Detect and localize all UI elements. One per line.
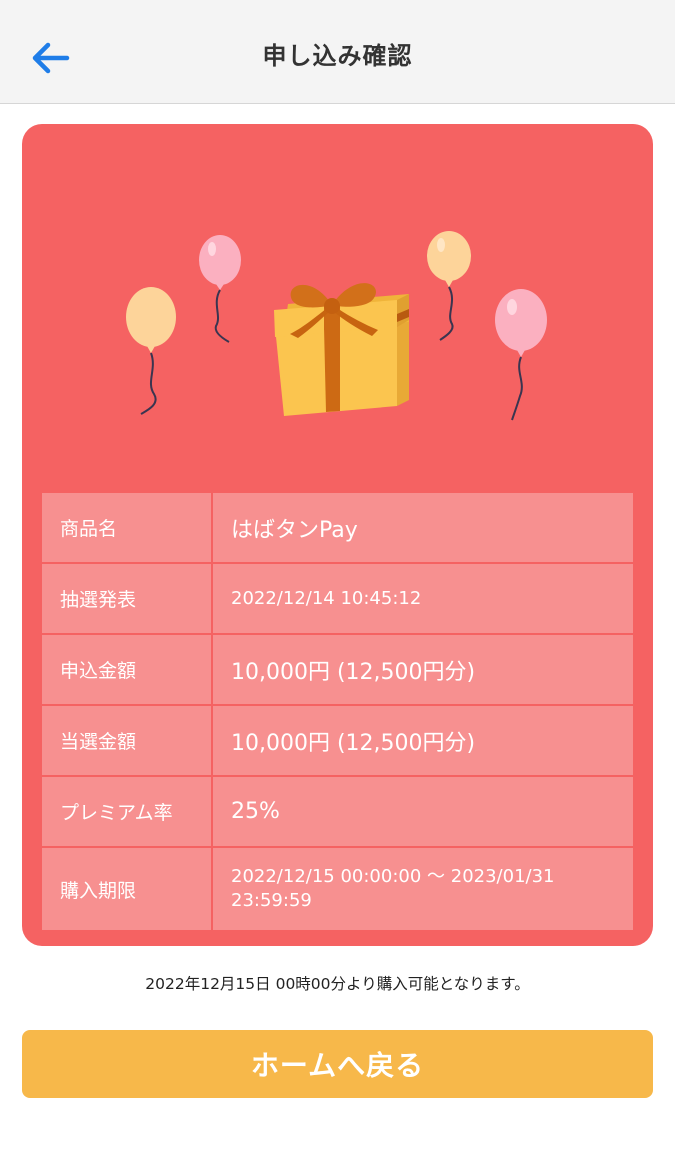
- label-lottery-announcement: 抽選発表: [40, 562, 213, 635]
- page-title: 申し込み確認: [262, 42, 413, 70]
- balloon-icon: [427, 231, 471, 341]
- label-product-name: 商品名: [40, 491, 213, 564]
- table-row: 購入期限 2022/12/15 00:00:00 ～ 2023/01/31 23…: [40, 846, 635, 932]
- purchase-availability-notice: 2022年12月15日 00時00分より購入可能となります。: [145, 975, 530, 993]
- table-row: 当選金額 10,000円 (12,500円分): [40, 704, 635, 777]
- value-winning-amount: 10,000円 (12,500円分): [211, 704, 635, 777]
- value-purchase-deadline: 2022/12/15 00:00:00 ～ 2023/01/31 23:59:5…: [211, 846, 635, 932]
- back-to-home-button[interactable]: ホームへ戻る: [22, 1030, 653, 1098]
- result-info-table: 商品名 はばタンPay 抽選発表 2022/12/14 10:45:12 申込金…: [40, 491, 635, 932]
- gift-box-icon: [274, 283, 409, 416]
- balloon-icon: [199, 235, 241, 343]
- value-product-name: はばタンPay: [211, 491, 635, 564]
- label-winning-amount: 当選金額: [40, 704, 213, 777]
- value-application-amount: 10,000円 (12,500円分): [211, 633, 635, 706]
- table-row: 商品名 はばタンPay: [40, 491, 635, 564]
- celebration-illustration: [126, 231, 547, 421]
- table-row: 申込金額 10,000円 (12,500円分): [40, 633, 635, 706]
- label-premium-rate: プレミアム率: [40, 775, 213, 848]
- balloon-icon: [495, 289, 547, 421]
- value-premium-rate: 25%: [211, 775, 635, 848]
- value-lottery-announcement: 2022/12/14 10:45:12: [211, 562, 635, 635]
- table-row: 抽選発表 2022/12/14 10:45:12: [40, 562, 635, 635]
- app-header: 申し込み確認: [0, 0, 675, 104]
- table-row: プレミアム率 25%: [40, 775, 635, 848]
- lottery-result-card: 商品名 はばタンPay 抽選発表 2022/12/14 10:45:12 申込金…: [22, 124, 653, 946]
- label-application-amount: 申込金額: [40, 633, 213, 706]
- balloon-icon: [126, 287, 176, 415]
- label-purchase-deadline: 購入期限: [40, 846, 213, 932]
